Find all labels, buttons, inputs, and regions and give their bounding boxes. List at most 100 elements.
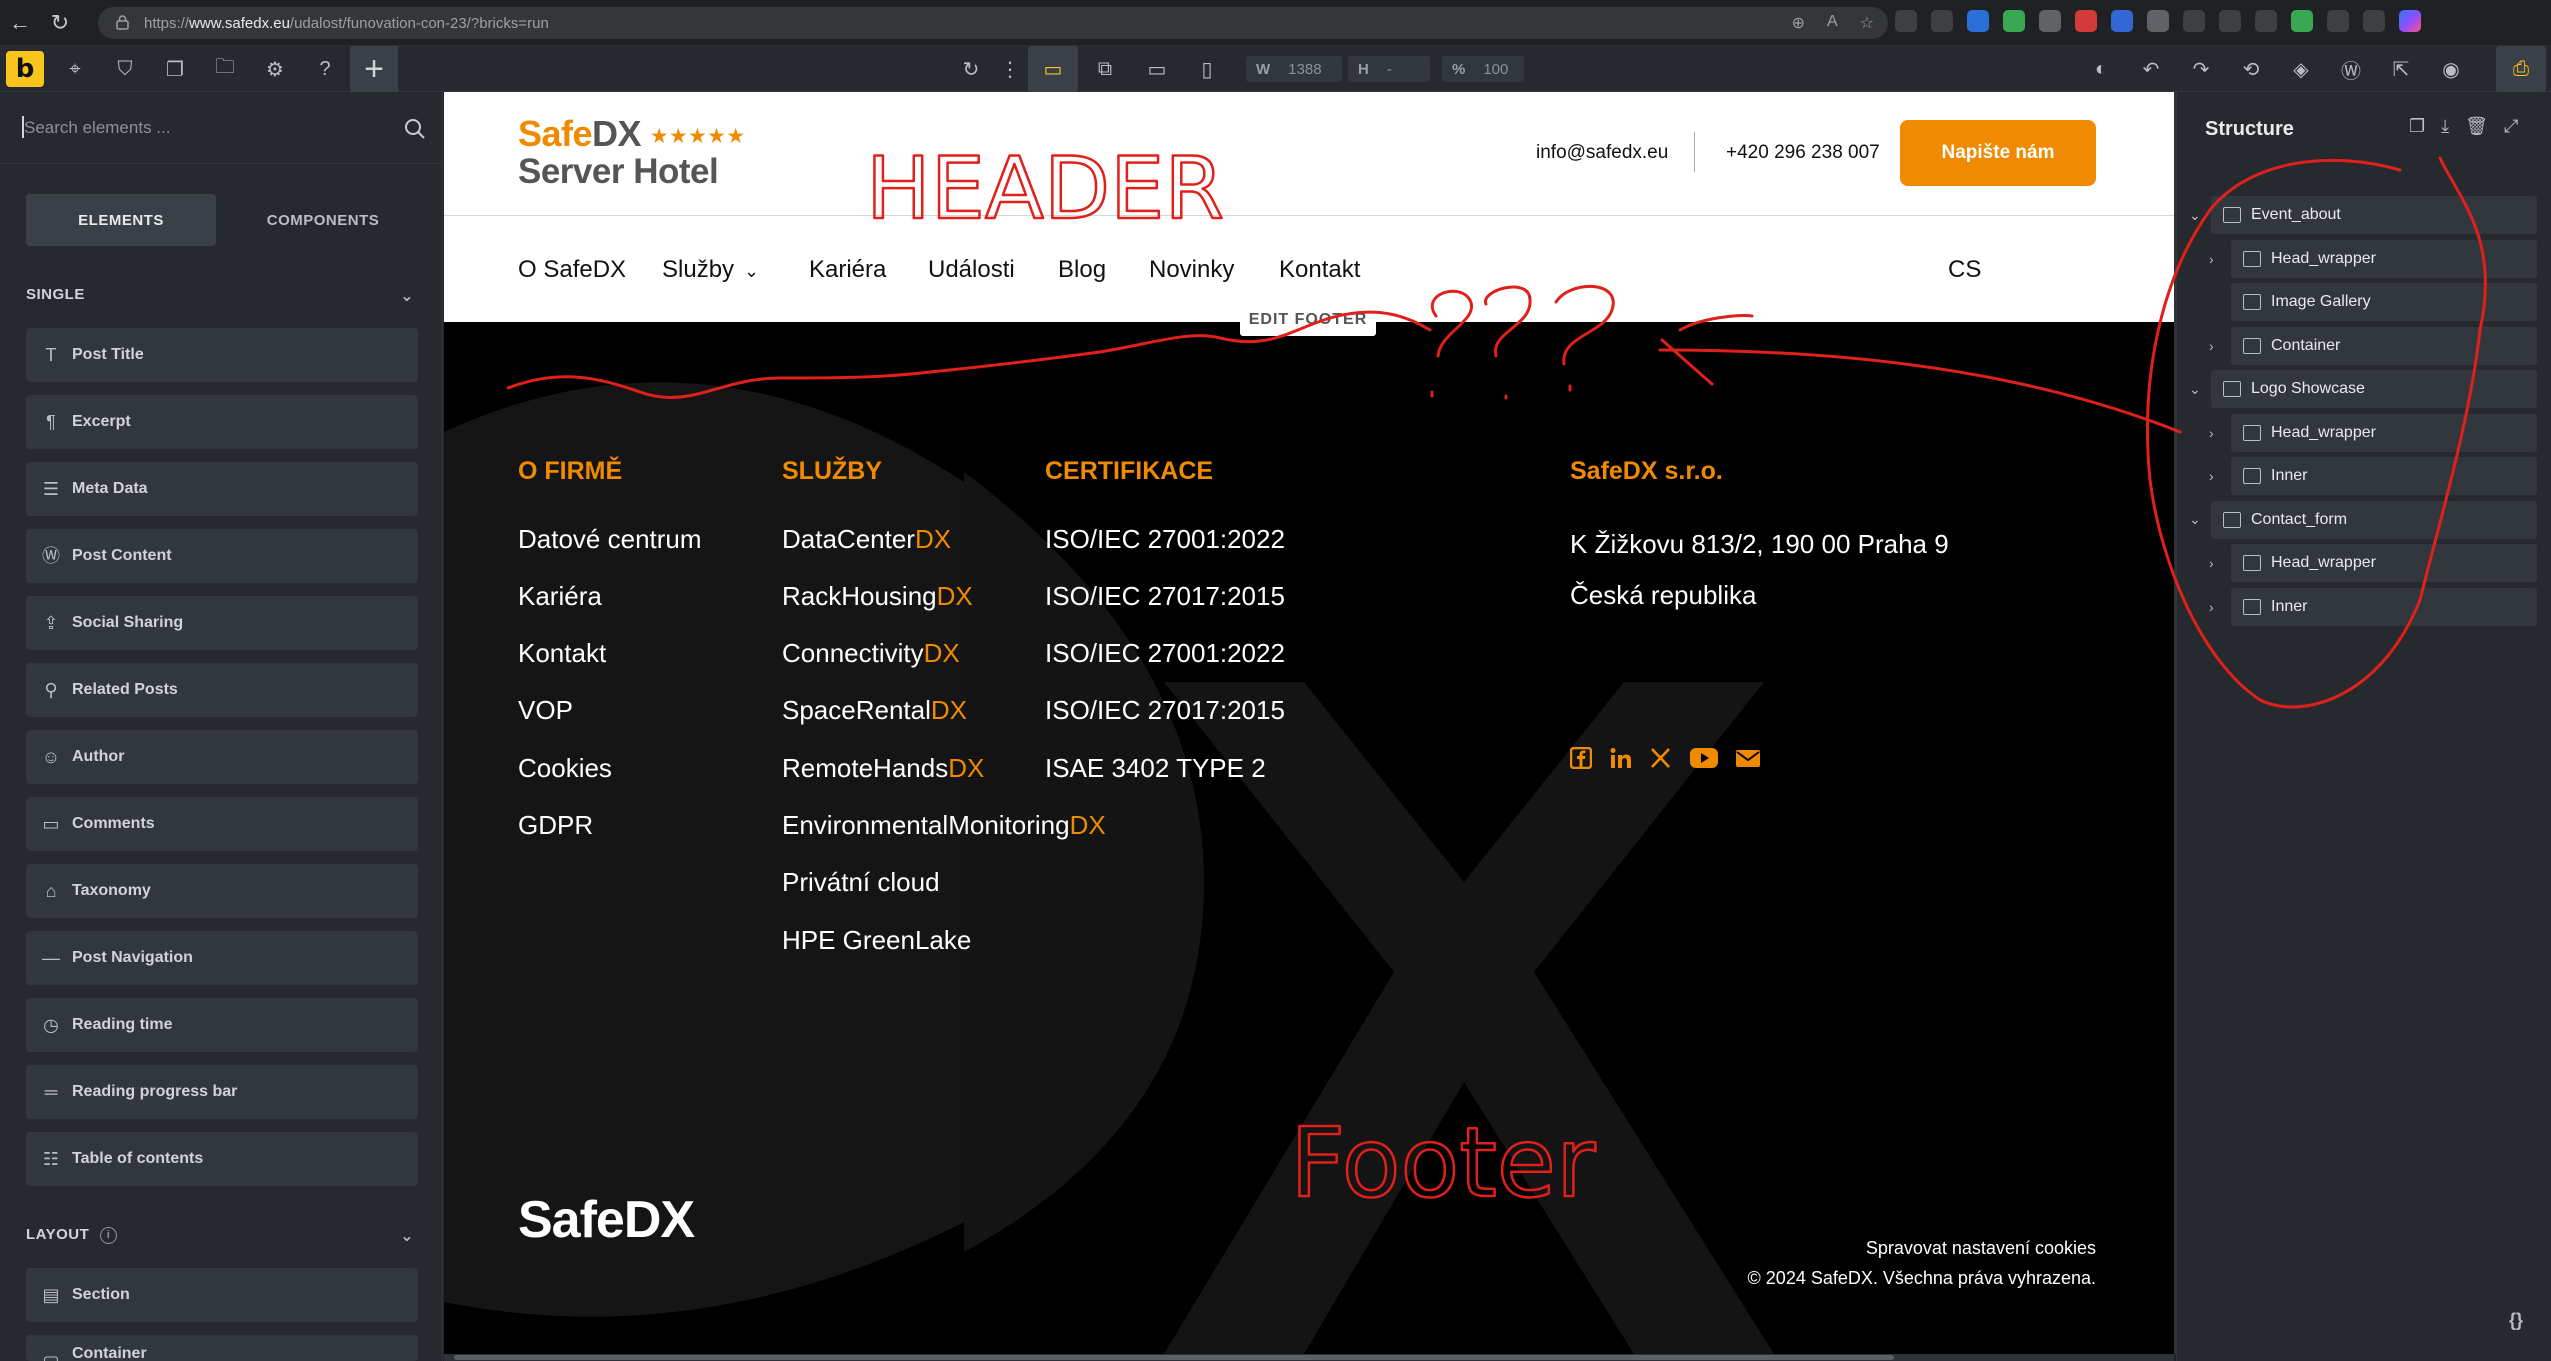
read-aloud-icon[interactable]: A xyxy=(1827,13,1838,33)
element-section[interactable]: ▤ Section xyxy=(26,1268,418,1322)
chevron-right-icon[interactable]: › xyxy=(2209,468,2214,484)
footer-link[interactable]: Kontakt xyxy=(518,638,606,669)
external-link-icon[interactable]: ⇱ xyxy=(2386,54,2416,84)
element-social-sharing[interactable]: ⇪ Social Sharing xyxy=(26,596,418,650)
extension-icon[interactable] xyxy=(2111,10,2133,32)
chevron-right-icon[interactable]: › xyxy=(2209,599,2214,615)
element-post-title[interactable]: T Post Title xyxy=(26,328,418,382)
search-icon[interactable] xyxy=(404,118,426,140)
preview-eye-icon[interactable]: ◉ xyxy=(2436,54,2466,84)
screenshot-icon[interactable] xyxy=(2327,10,2349,32)
element-table-of-contents[interactable]: ☷ Table of contents xyxy=(26,1132,418,1186)
folder-icon[interactable]: 🗀 xyxy=(210,54,240,84)
extension-icon[interactable] xyxy=(1931,10,1953,32)
header-phone-link[interactable]: +420 296 238 007 xyxy=(1726,142,1880,164)
element-author[interactable]: ☺ Author xyxy=(26,730,418,784)
laptop-breakpoint-icon[interactable]: ⧉ xyxy=(1090,54,1120,84)
site-info-icon[interactable] xyxy=(116,15,129,30)
favorites-icon[interactable] xyxy=(2219,10,2241,32)
footer-service-link[interactable]: HPE GreenLake xyxy=(782,925,971,956)
language-switcher[interactable]: CS xyxy=(1948,256,1981,284)
chevron-right-icon[interactable]: › xyxy=(2209,555,2214,571)
extension-icon[interactable] xyxy=(2147,10,2169,32)
cookie-settings-link[interactable]: Spravovat nastavení cookies xyxy=(1866,1238,2096,1259)
site-header[interactable]: SafeDX ★★★★★ Server Hotel info@safedx.eu … xyxy=(444,92,2174,216)
save-icon[interactable]: ⎙ xyxy=(2496,46,2546,92)
tree-node[interactable]: ⌄ Event_about xyxy=(2189,196,2537,234)
redo-icon[interactable]: ↷ xyxy=(2186,54,2216,84)
nav-item-kariera[interactable]: Kariéra xyxy=(809,256,886,284)
scrollbar-thumb[interactable] xyxy=(454,1355,1894,1360)
wordpress-icon[interactable]: Ⓦ xyxy=(2336,54,2366,84)
pointer-icon[interactable]: ⌖ xyxy=(60,54,90,84)
tree-node[interactable]: ⌄ Logo Showcase xyxy=(2189,370,2537,408)
chevron-right-icon[interactable]: › xyxy=(2209,338,2214,354)
footer-logo[interactable]: SafeDX xyxy=(518,1190,695,1250)
tree-node[interactable]: › Head_wrapper xyxy=(2209,544,2537,582)
element-meta-data[interactable]: ☰ Meta Data xyxy=(26,462,418,516)
extension-icon[interactable] xyxy=(2003,10,2025,32)
tree-node[interactable]: › Inner xyxy=(2209,457,2537,495)
nav-item-novinky[interactable]: Novinky xyxy=(1149,256,1234,284)
element-comments[interactable]: ▭ Comments xyxy=(26,797,418,851)
element-post-content[interactable]: Ⓦ Post Content xyxy=(26,529,418,583)
nav-item-o-safedx[interactable]: O SafeDX xyxy=(518,256,626,284)
contact-us-button[interactable]: Napište nám xyxy=(1900,120,2096,186)
nav-item-sluzby[interactable]: Služby ⌄ xyxy=(662,256,759,284)
zoom-field[interactable]: % 100 xyxy=(1442,56,1524,82)
section-layout-header[interactable]: LAYOUT i ⌄ xyxy=(26,1226,418,1245)
code-icon[interactable]: {} xyxy=(2509,1310,2523,1331)
footer-cert-link[interactable]: ISO/IEC 27001:2022 xyxy=(1045,638,1285,669)
element-excerpt[interactable]: ¶ Excerpt xyxy=(26,395,418,449)
pages-icon[interactable]: ❐ xyxy=(160,54,190,84)
nav-item-udalosti[interactable]: Události xyxy=(928,256,1015,284)
extension-icon[interactable] xyxy=(2291,10,2313,32)
extension-icon[interactable] xyxy=(1895,10,1917,32)
history-icon[interactable]: ⟲ xyxy=(2236,54,2266,84)
x-icon[interactable] xyxy=(1650,747,1672,769)
height-field[interactable]: H- xyxy=(1348,56,1430,82)
theme-contrast-icon[interactable]: ◐ xyxy=(2086,54,2116,84)
extension-icon[interactable] xyxy=(2039,10,2061,32)
facebook-icon[interactable] xyxy=(1570,747,1592,769)
undo-icon[interactable]: ↶ xyxy=(2136,54,2166,84)
trash-icon[interactable]: 🗑 xyxy=(2465,116,2488,137)
footer-link[interactable]: Cookies xyxy=(518,753,612,784)
footer-service-link[interactable]: RackHousingDX xyxy=(782,581,973,612)
extension-icon[interactable] xyxy=(2075,10,2097,32)
zoom-icon[interactable]: ⊕ xyxy=(1792,13,1805,33)
address-bar[interactable]: https://www.safedx.eu/udalost/funovation… xyxy=(98,7,1888,39)
chevron-down-icon[interactable]: ⌄ xyxy=(2189,511,2201,528)
element-reading-progress-bar[interactable]: ═ Reading progress bar xyxy=(26,1065,418,1119)
tree-node[interactable]: › Inner xyxy=(2209,587,2537,626)
site-logo[interactable]: SafeDX ★★★★★ Server Hotel xyxy=(518,116,747,190)
add-elements-button[interactable]: + xyxy=(350,46,398,92)
more-icon[interactable] xyxy=(2363,10,2385,32)
chevron-right-icon[interactable]: › xyxy=(2209,425,2214,441)
copilot-icon[interactable] xyxy=(2399,10,2421,32)
tree-node[interactable]: › Head_wrapper xyxy=(2209,413,2537,452)
footer-service-link[interactable]: SpaceRentalDX xyxy=(782,695,967,726)
nav-item-kontakt[interactable]: Kontakt xyxy=(1279,256,1360,284)
mail-icon[interactable] xyxy=(1736,747,1760,769)
footer-link[interactable]: Kariéra xyxy=(518,581,602,612)
footer-service-link[interactable]: DataCenterDX xyxy=(782,524,951,555)
tab-elements[interactable]: ELEMENTS xyxy=(26,194,216,246)
tablet-landscape-icon[interactable]: ▭ xyxy=(1142,54,1172,84)
footer-cert-link[interactable]: ISO/IEC 27001:2022 xyxy=(1045,524,1285,555)
downloads-icon[interactable] xyxy=(2255,10,2277,32)
footer-link[interactable]: VOP xyxy=(518,695,573,726)
chevron-right-icon[interactable]: › xyxy=(2209,251,2214,267)
site-footer[interactable]: O FIRMĚ Datové centrum Kariéra Kontakt V… xyxy=(444,322,2174,1354)
canvas-horizontal-scrollbar[interactable] xyxy=(444,1354,2174,1361)
back-icon[interactable]: ← xyxy=(0,0,40,46)
search-elements[interactable]: Search elements ... xyxy=(0,92,443,164)
tree-node[interactable]: › Container xyxy=(2209,326,2537,365)
mobile-portrait-icon[interactable]: ▯ xyxy=(1192,54,1222,84)
tree-node[interactable]: › Head_wrapper xyxy=(2209,239,2537,278)
settings-gear-icon[interactable]: ⚙ xyxy=(260,54,290,84)
expand-icon[interactable]: ⤢ xyxy=(2504,116,2518,137)
linkedin-icon[interactable] xyxy=(1610,747,1632,769)
footer-service-link[interactable]: Privátní cloud xyxy=(782,867,940,898)
tab-components[interactable]: COMPONENTS xyxy=(228,194,418,246)
